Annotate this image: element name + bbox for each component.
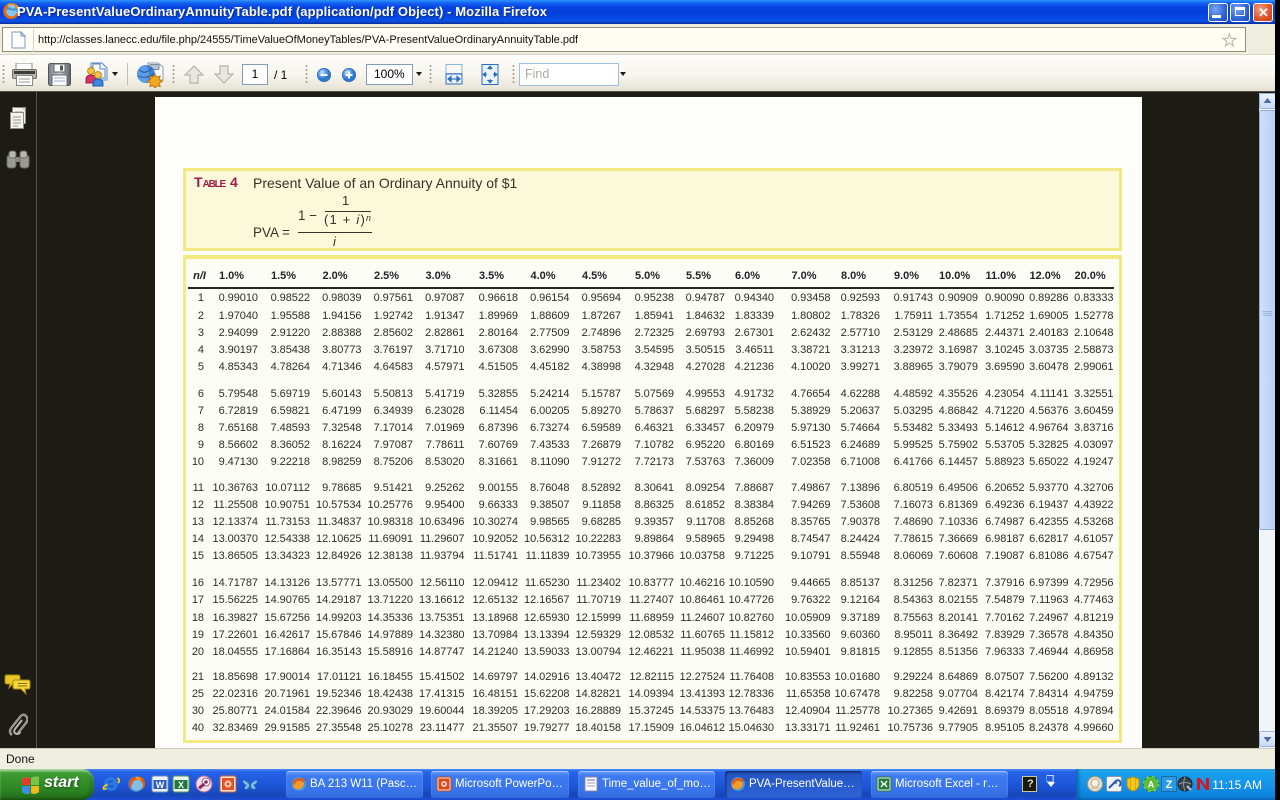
svg-text:A: A (1148, 780, 1155, 790)
svg-text:Z: Z (1166, 779, 1173, 791)
svg-text:X: X (178, 780, 184, 790)
svg-text:W: W (156, 780, 165, 790)
